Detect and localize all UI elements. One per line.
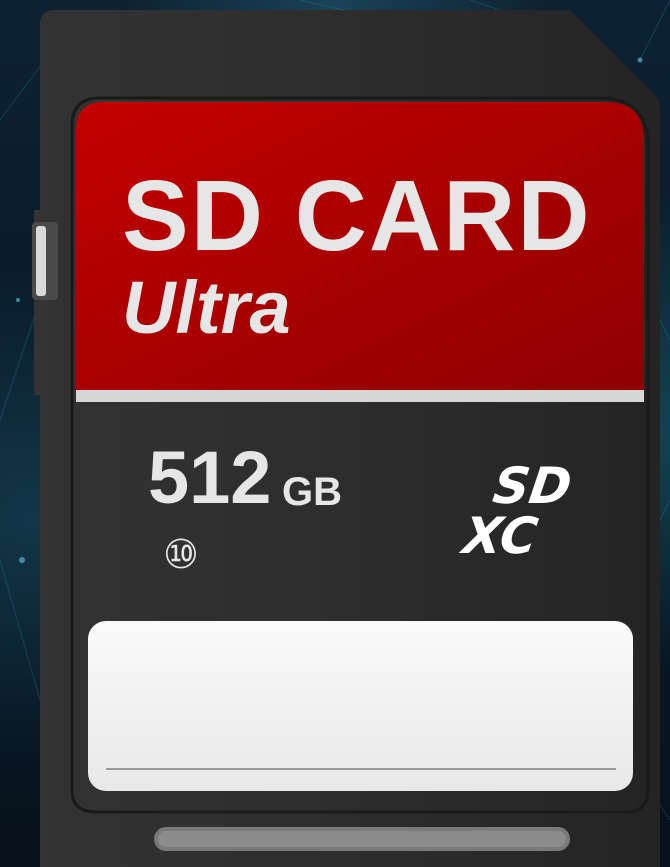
capacity-unit: GB [282,470,342,514]
sd-card-icon: SD CARD Ultra 512 GB ⑩ SD XC [32,10,660,867]
capacity-number: 512 [148,436,271,519]
write-area [88,621,633,791]
brand-subtitle: Ultra [122,266,291,349]
speed-class-10-icon: ⑩ [163,532,199,578]
brand-title: SD CARD [122,160,592,272]
scene: SD CARD Ultra 512 GB ⑩ SD XC [0,0,670,867]
label-stripe [76,390,644,402]
sdxc-logo-bottom: XC [457,506,542,565]
